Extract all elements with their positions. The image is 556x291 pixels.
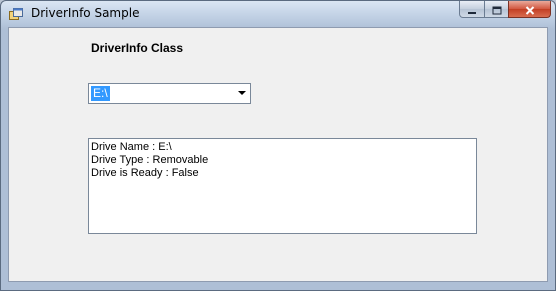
- info-line-drive-ready: Drive is Ready : False: [91, 167, 199, 179]
- maximize-button[interactable]: [484, 1, 509, 18]
- client-area: DriverInfo Class E:\ Drive Name : E:\ Dr…: [8, 27, 548, 282]
- title-bar[interactable]: DriverInfo Sample: [1, 1, 555, 27]
- window-title: DriverInfo Sample: [31, 6, 140, 20]
- minimize-icon: [467, 1, 477, 19]
- drive-select[interactable]: E:\: [88, 83, 251, 104]
- info-line-drive-name: Drive Name : E:\: [91, 141, 172, 153]
- info-line-drive-type: Drive Type : Removable: [91, 154, 209, 166]
- chevron-down-icon[interactable]: [238, 91, 246, 95]
- maximize-icon: [492, 1, 502, 19]
- page-title: DriverInfo Class: [91, 41, 184, 55]
- close-button[interactable]: [508, 1, 551, 18]
- minimize-button[interactable]: [459, 1, 485, 18]
- app-window: DriverInfo Sample DriverInfo Class E:\ D…: [0, 0, 556, 291]
- close-icon: [525, 1, 535, 19]
- drive-info-textbox[interactable]: Drive Name : E:\ Drive Type : Removable …: [88, 138, 477, 234]
- drive-select-value: E:\: [91, 86, 110, 101]
- app-window-icon[interactable]: [9, 7, 23, 21]
